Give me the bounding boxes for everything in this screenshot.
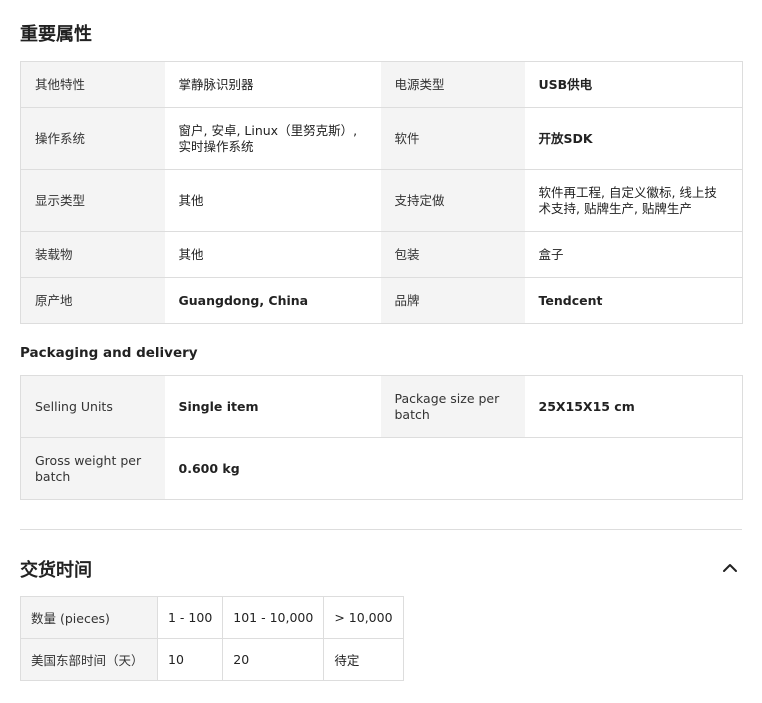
table-row: 数量 (pieces) 1 - 100 101 - 10,000 > 10,00… — [20, 596, 404, 639]
packaging-title: Packaging and delivery — [20, 345, 198, 361]
chevron-up-icon[interactable] — [720, 558, 740, 578]
attribute-value: 开放SDK — [524, 107, 743, 170]
quantity-label: 数量 (pieces) — [20, 596, 158, 639]
key-attributes-table: 其他特性 掌静脉识别器 电源类型 USB供电 操作系统 窗户, 安卓, Linu… — [20, 61, 743, 324]
attribute-value: 软件再工程, 自定义徽标, 线上技术支持, 贴牌生产, 贴牌生产 — [524, 169, 743, 232]
table-row: 装载物 其他 包装 盒子 — [20, 231, 743, 278]
table-row: 其他特性 掌静脉识别器 电源类型 USB供电 — [20, 61, 743, 108]
lead-time-days: 待定 — [323, 638, 404, 681]
section-divider — [20, 529, 742, 530]
attribute-label: 装载物 — [20, 231, 165, 278]
attribute-value: Tendcent — [524, 277, 743, 324]
product-details: 重要属性 其他特性 掌静脉识别器 电源类型 USB供电 操作系统 窗户, 安卓,… — [0, 0, 762, 703]
quantity-range: 101 - 10,000 — [222, 596, 325, 639]
packaging-value: 0.600 kg — [164, 437, 381, 500]
empty-cell — [380, 437, 743, 500]
table-row: Gross weight per batch 0.600 kg — [20, 437, 743, 500]
lead-time-days: 20 — [222, 638, 325, 681]
attribute-label: 显示类型 — [20, 169, 165, 232]
lead-time-table: 数量 (pieces) 1 - 100 101 - 10,000 > 10,00… — [20, 596, 404, 681]
attribute-label: 包装 — [380, 231, 525, 278]
attribute-value: 窗户, 安卓, Linux（里努克斯）, 实时操作系统 — [164, 107, 381, 170]
attribute-value: Guangdong, China — [164, 277, 381, 324]
quantity-range: > 10,000 — [323, 596, 404, 639]
packaging-value: Single item — [164, 375, 381, 438]
table-row: 显示类型 其他 支持定做 软件再工程, 自定义徽标, 线上技术支持, 贴牌生产,… — [20, 169, 743, 232]
table-row: 操作系统 窗户, 安卓, Linux（里努克斯）, 实时操作系统 软件 开放SD… — [20, 107, 743, 170]
attribute-label: 操作系统 — [20, 107, 165, 170]
attribute-label: 支持定做 — [380, 169, 525, 232]
packaging-label: Package size per batch — [380, 375, 525, 438]
attribute-label: 其他特性 — [20, 61, 165, 108]
attribute-value: 其他 — [164, 169, 381, 232]
attribute-label: 原产地 — [20, 277, 165, 324]
table-row: 原产地 Guangdong, China 品牌 Tendcent — [20, 277, 743, 324]
attribute-label: 电源类型 — [380, 61, 525, 108]
table-row: 美国东部时间（天） 10 20 待定 — [20, 638, 404, 681]
lead-time-title: 交货时间 — [20, 560, 92, 581]
attribute-label: 软件 — [380, 107, 525, 170]
table-row: Selling Units Single item Package size p… — [20, 375, 743, 438]
packaging-table: Selling Units Single item Package size p… — [20, 375, 743, 500]
packaging-label: Gross weight per batch — [20, 437, 165, 500]
packaging-value: 25X15X15 cm — [524, 375, 743, 438]
key-attributes-title: 重要属性 — [20, 24, 92, 45]
attribute-value: 盒子 — [524, 231, 743, 278]
lead-time-label: 美国东部时间（天） — [20, 638, 158, 681]
attribute-value: USB供电 — [524, 61, 743, 108]
lead-time-days: 10 — [156, 638, 224, 681]
attribute-label: 品牌 — [380, 277, 525, 324]
attribute-value: 其他 — [164, 231, 381, 278]
attribute-value: 掌静脉识别器 — [164, 61, 381, 108]
quantity-range: 1 - 100 — [156, 596, 224, 639]
packaging-label: Selling Units — [20, 375, 165, 438]
